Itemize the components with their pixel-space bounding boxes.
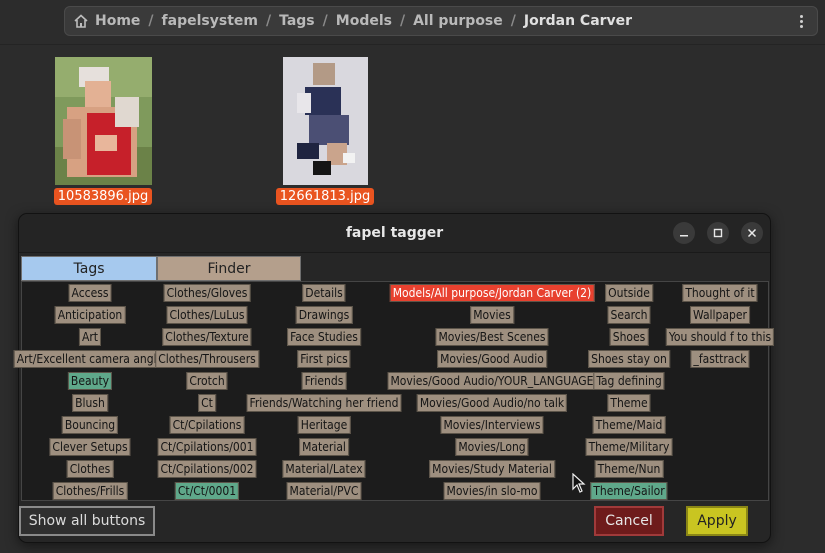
tag-button[interactable]: Face Studies xyxy=(287,328,361,346)
file-item[interactable]: 10583896.jpg xyxy=(48,57,158,205)
tag-button[interactable]: Blush xyxy=(72,394,108,412)
breadcrumb-home[interactable]: Home xyxy=(89,13,146,29)
tag-button[interactable]: Material/PVC xyxy=(286,482,362,500)
tag-button[interactable]: Clothes/Texture xyxy=(162,328,252,346)
tag-button[interactable]: Movies xyxy=(470,306,514,324)
tag-button[interactable]: Theme/Nun xyxy=(594,460,664,478)
tag-button[interactable]: Clothes/Frills xyxy=(52,482,128,500)
tag-button-panel: Access Anticipation Art Art/Excellent camer… xyxy=(13,281,775,501)
tag-button[interactable]: Outside xyxy=(605,284,653,302)
tag-button[interactable]: Wallpaper xyxy=(690,306,750,324)
kebab-menu-icon[interactable] xyxy=(791,11,811,31)
dialog-titlebar[interactable]: fapel tagger xyxy=(19,214,770,253)
tag-button[interactable]: Theme/Maid xyxy=(592,416,666,434)
tag-button[interactable]: Shoes xyxy=(609,328,649,346)
tag-button[interactable]: Movies/Long xyxy=(455,438,529,456)
tag-button[interactable]: Movies/Interviews xyxy=(440,416,544,434)
tag-button[interactable]: Clothes xyxy=(66,460,114,478)
breadcrumb-separator: / xyxy=(510,13,516,29)
tag-button[interactable]: Clothes/Gloves xyxy=(163,284,251,302)
tag-button[interactable]: Anticipation xyxy=(54,306,126,324)
tag-button[interactable]: Theme/Sailor xyxy=(590,482,668,500)
tag-button[interactable]: Search xyxy=(607,306,651,324)
tag-button[interactable]: You should f to this xyxy=(665,328,775,346)
tag-button[interactable]: Clothes/LuLus xyxy=(166,306,248,324)
home-icon[interactable] xyxy=(73,13,89,29)
breadcrumb-models[interactable]: Models xyxy=(330,13,398,29)
image-thumbnail[interactable] xyxy=(54,57,152,185)
tag-button[interactable]: Movies/Best Scenes xyxy=(435,328,549,346)
tag-button[interactable]: Heritage xyxy=(297,416,351,434)
tag-button[interactable]: Art xyxy=(78,328,102,346)
tag-button[interactable]: Movies/Study Material xyxy=(429,460,555,478)
image-thumbnail[interactable] xyxy=(282,57,368,185)
tag-button[interactable]: Bouncing xyxy=(61,416,119,434)
tag-button[interactable]: Crotch xyxy=(186,372,228,390)
tag-button[interactable]: Movies/Good Audio/no talk xyxy=(416,394,568,412)
tag-button[interactable]: Clothes/Throusers xyxy=(155,350,259,368)
tagger-dialog: fapel tagger Tags Finder Access Anticipat… xyxy=(13,213,775,543)
tag-button[interactable]: Ct/Ct/0001 xyxy=(174,482,240,500)
tag-button[interactable]: Beauty xyxy=(67,372,113,390)
tag-button[interactable]: Tag defining xyxy=(593,372,665,390)
breadcrumb-separator: / xyxy=(265,13,272,29)
dialog-title: fapel tagger xyxy=(345,225,444,241)
tag-button[interactable]: Friends/Watching her friend xyxy=(246,394,402,412)
tag-button[interactable]: Material xyxy=(299,438,349,456)
tag-button[interactable]: Clever Setups xyxy=(49,438,131,456)
tag-button[interactable]: Drawings xyxy=(295,306,353,324)
show-all-buttons-button[interactable]: Show all buttons xyxy=(19,506,155,536)
file-item[interactable]: 12661813.jpg xyxy=(270,57,380,205)
tag-button[interactable]: Access xyxy=(68,284,112,302)
tag-button[interactable]: Theme xyxy=(607,394,651,412)
breadcrumb-tags[interactable]: Tags xyxy=(273,13,321,29)
breadcrumb-separator: / xyxy=(148,13,154,29)
tab-finder[interactable]: Finder xyxy=(157,256,301,281)
tag-button[interactable]: Ct/Cpilations/001 xyxy=(157,438,257,456)
header-divider xyxy=(0,44,825,45)
tag-button[interactable]: Ct xyxy=(198,394,216,412)
tag-button[interactable]: Movies/Good Audio xyxy=(437,350,547,368)
maximize-icon[interactable] xyxy=(707,222,729,244)
tag-button[interactable]: Friends xyxy=(301,372,347,390)
tag-button[interactable]: Thought of it xyxy=(682,284,758,302)
breadcrumb-fapelsystem[interactable]: fapelsystem xyxy=(156,13,264,29)
tag-button[interactable]: Ct/Cpilations xyxy=(169,416,245,434)
tag-button[interactable]: Ct/Cpilations/002 xyxy=(157,460,257,478)
tag-button[interactable]: Shoes stay on xyxy=(588,350,670,368)
breadcrumb-separator: / xyxy=(322,13,328,29)
tag-button[interactable]: Material/Latex xyxy=(282,460,366,478)
apply-button[interactable]: Apply xyxy=(686,506,748,536)
tag-button[interactable]: Art/Excellent camera angle xyxy=(13,350,167,368)
breadcrumb-all-purpose[interactable]: All purpose xyxy=(407,13,509,29)
tag-button[interactable]: Models/All purpose/Jordan Carver (2) xyxy=(389,284,595,302)
cancel-button[interactable]: Cancel xyxy=(594,506,664,536)
mouse-pointer-icon xyxy=(572,473,586,493)
file-name-label: 10583896.jpg xyxy=(53,188,153,205)
tag-button[interactable]: Movies/in slo-mo xyxy=(443,482,541,500)
minimize-icon[interactable] xyxy=(673,222,695,244)
breadcrumb-separator: / xyxy=(399,13,406,29)
close-icon[interactable] xyxy=(741,222,763,244)
file-name-label: 12661813.jpg xyxy=(275,188,375,205)
breadcrumb: Home / fapelsystem / Tags / Models / All… xyxy=(64,6,818,36)
breadcrumb-jordan-carver[interactable]: Jordan Carver xyxy=(518,13,638,29)
tag-button[interactable]: _fasttrack xyxy=(690,350,750,368)
tag-button[interactable]: Theme/Military xyxy=(585,438,673,456)
tag-button[interactable]: Details xyxy=(302,284,346,302)
tab-tags[interactable]: Tags xyxy=(21,256,157,281)
tag-button[interactable]: Movies/Good Audio/YOUR_LANGUAGE xyxy=(387,372,597,390)
tag-button[interactable]: First pics xyxy=(297,350,351,368)
